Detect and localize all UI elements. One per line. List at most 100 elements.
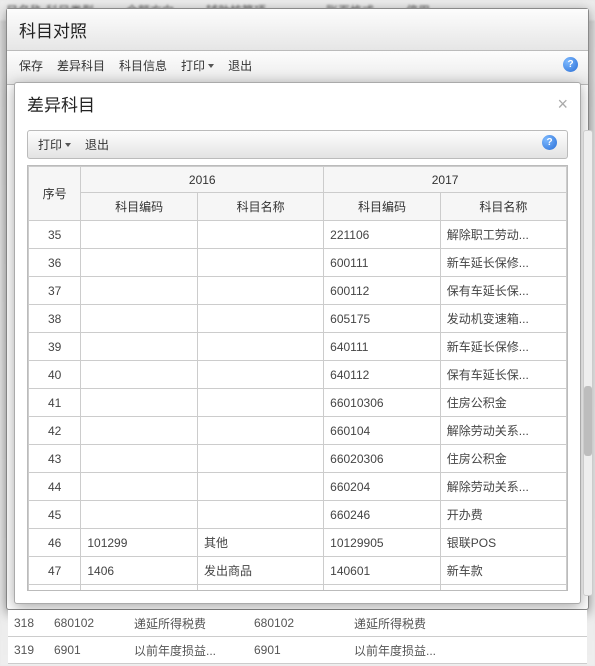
subject-info-button[interactable]: 科目信息 (119, 57, 167, 74)
cell-code2: 600112 (324, 277, 441, 305)
table-row[interactable]: 42660104解除劳动关系... (29, 417, 567, 445)
cell-code2: 66020306 (324, 445, 441, 473)
cell-code1 (81, 277, 198, 305)
exit-button[interactable]: 退出 (228, 57, 252, 74)
inner-toolbar: 打印 退出 ? (27, 130, 568, 159)
col-header-name1[interactable]: 科目名称 (197, 193, 323, 221)
cell-seq: 47 (29, 557, 81, 585)
cell-name1 (197, 417, 323, 445)
cell-code2: 10129905 (324, 529, 441, 557)
outer-dialog-title: 科目对照 (7, 9, 588, 51)
inner-exit-button[interactable]: 退出 (85, 136, 109, 153)
cell-code1 (81, 221, 198, 249)
cell-name2: 新车延长保修... (440, 333, 566, 361)
col-header-name2[interactable]: 科目名称 (440, 193, 566, 221)
cell-name1: 发出商品 (197, 557, 323, 585)
help-icon[interactable]: ? (542, 135, 557, 150)
cell-seq: 38 (29, 305, 81, 333)
cell-seq: 43 (29, 445, 81, 473)
bg-cell: 319 (8, 643, 48, 657)
cell-name1 (197, 389, 323, 417)
table-row[interactable]: 46101299其他10129905银联POS (29, 529, 567, 557)
cell-code1 (81, 417, 198, 445)
cell-name2: 银联POS (440, 529, 566, 557)
bg-cell: 680102 (248, 616, 348, 630)
scrollbar-thumb[interactable] (584, 386, 592, 456)
cell-name1 (197, 221, 323, 249)
close-icon[interactable]: × (557, 95, 568, 113)
cell-code2: 600111 (324, 249, 441, 277)
cell-name1: 经营租赁方式... (197, 585, 323, 592)
cell-name2: 保有车延长保... (440, 361, 566, 389)
outer-toolbar: 保存 差异科目 科目信息 打印 退出 ? (7, 51, 588, 85)
cell-code2: 640112 (324, 361, 441, 389)
table-row[interactable]: 44660204解除劳动关系... (29, 473, 567, 501)
cell-code1: 101299 (81, 529, 198, 557)
cell-code1 (81, 445, 198, 473)
table-row[interactable]: 471406发出商品140601新车款 (29, 557, 567, 585)
caret-down-icon (208, 64, 214, 68)
cell-name2: 新车款 (440, 557, 566, 585)
col-header-code2[interactable]: 科目编码 (324, 193, 441, 221)
cell-name1 (197, 249, 323, 277)
table-row[interactable]: 38605175发动机变速箱... (29, 305, 567, 333)
diff-subject-dialog: 差异科目 × 打印 退出 ? 序号 2016 2017 科目编码 科目名称 (14, 82, 581, 604)
cell-code1 (81, 333, 198, 361)
table-row[interactable]: 4366020306住房公积金 (29, 445, 567, 473)
help-icon[interactable]: ? (563, 57, 578, 72)
cell-seq: 44 (29, 473, 81, 501)
cell-name1 (197, 333, 323, 361)
cell-name2: 不动产经营租赁 (440, 585, 566, 592)
bg-cell: 以前年度损益... (128, 642, 248, 659)
cell-code1 (81, 501, 198, 529)
cell-code2: 18010101 (324, 585, 441, 592)
bg-cell: 6901 (248, 643, 348, 657)
cell-code2: 66010306 (324, 389, 441, 417)
print-button[interactable]: 打印 (181, 57, 214, 74)
cell-name2: 解除劳动关系... (440, 473, 566, 501)
table-row[interactable]: 4166010306住房公积金 (29, 389, 567, 417)
cell-code1: 1406 (81, 557, 198, 585)
cell-name2: 住房公积金 (440, 389, 566, 417)
cell-code1 (81, 473, 198, 501)
scrollbar-track[interactable] (583, 130, 593, 596)
cell-seq: 48 (29, 585, 81, 592)
cell-code2: 660246 (324, 501, 441, 529)
cell-name2: 新车延长保修... (440, 249, 566, 277)
inner-print-button[interactable]: 打印 (38, 136, 71, 153)
cell-name1 (197, 473, 323, 501)
cell-seq: 37 (29, 277, 81, 305)
col-header-year2[interactable]: 2017 (324, 167, 567, 193)
cell-seq: 39 (29, 333, 81, 361)
cell-name2: 保有车延长保... (440, 277, 566, 305)
cell-seq: 40 (29, 361, 81, 389)
cell-name2: 发动机变速箱... (440, 305, 566, 333)
background-rows: 318 680102 递延所得税费 680102 递延所得税费 319 6901… (8, 610, 587, 664)
bg-cell: 318 (8, 616, 48, 630)
table-row[interactable]: 35221106解除职工劳动... (29, 221, 567, 249)
table-row[interactable]: 36600111新车延长保修... (29, 249, 567, 277)
cell-code1: 180101 (81, 585, 198, 592)
diff-subject-button[interactable]: 差异科目 (57, 57, 105, 74)
table-body: 35221106解除职工劳动...36600111新车延长保修...37 6001… (29, 221, 567, 592)
cell-seq: 45 (29, 501, 81, 529)
table-row[interactable]: 45660246开办费 (29, 501, 567, 529)
table-row[interactable]: 48180101经营租赁方式...18010101不动产经营租赁 (29, 585, 567, 592)
print-label: 打印 (38, 136, 62, 153)
diff-table: 序号 2016 2017 科目编码 科目名称 科目编码 科目名称 3522110… (28, 166, 567, 591)
cell-name1: 其他 (197, 529, 323, 557)
cell-name1 (197, 501, 323, 529)
cell-code2: 140601 (324, 557, 441, 585)
bg-cell: 递延所得税费 (348, 615, 468, 632)
col-header-year1[interactable]: 2016 (81, 167, 324, 193)
cell-code2: 660104 (324, 417, 441, 445)
col-header-code1[interactable]: 科目编码 (81, 193, 198, 221)
table-row[interactable]: 37 600112保有车延长保... (29, 277, 567, 305)
col-header-seq[interactable]: 序号 (29, 167, 81, 221)
cell-code2: 640111 (324, 333, 441, 361)
cell-name2: 解除职工劳动... (440, 221, 566, 249)
save-button[interactable]: 保存 (19, 57, 43, 74)
cell-code2: 221106 (324, 221, 441, 249)
table-row[interactable]: 40 640112保有车延长保... (29, 361, 567, 389)
table-row[interactable]: 39 640111新车延长保修... (29, 333, 567, 361)
